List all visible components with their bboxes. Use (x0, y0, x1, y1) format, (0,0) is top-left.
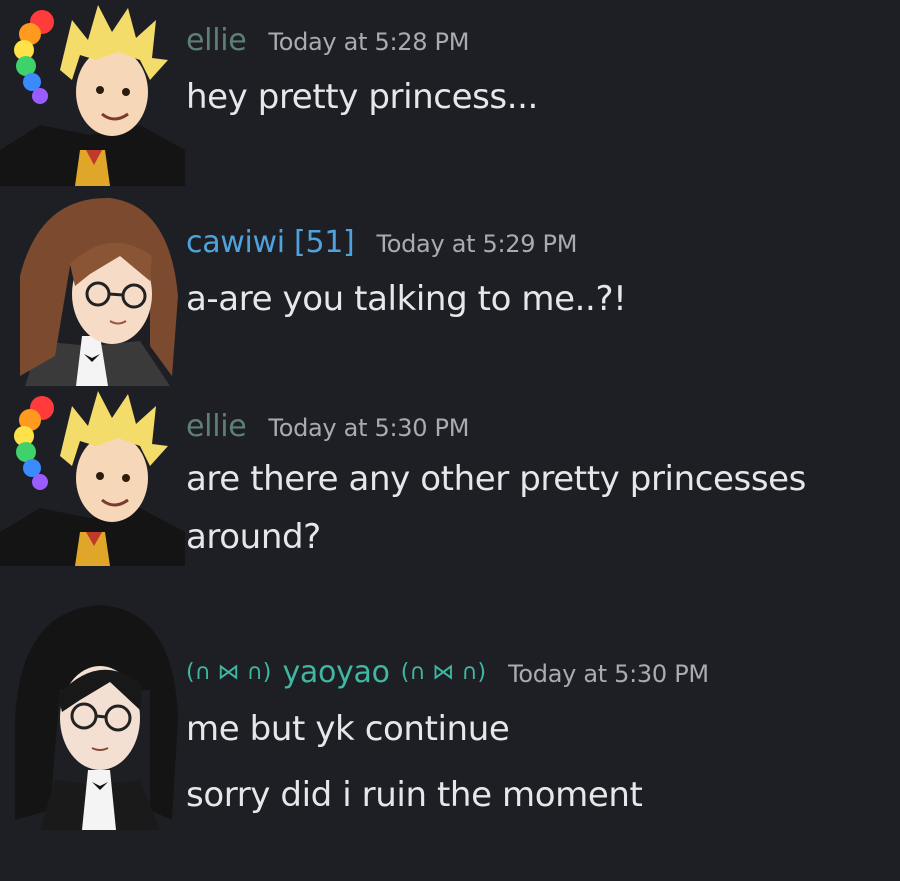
username[interactable]: ellie (186, 409, 247, 444)
brown-haired-glasses-avatar-icon (20, 197, 178, 386)
avatar[interactable] (0, 186, 185, 386)
avatar[interactable] (0, 386, 185, 566)
blonde-character-avatar-icon (0, 5, 185, 186)
message-body: ellie Today at 5:28 PM hey pretty princes… (186, 26, 890, 126)
message: (∩ ⋈ ∩) yaoyao (∩ ⋈ ∩) Today at 5:30 PM m… (0, 600, 900, 830)
username-decoration-suffix: (∩ ⋈ ∩) (400, 660, 487, 685)
message-header: ellie Today at 5:30 PM (186, 412, 890, 442)
chat-log: ellie Today at 5:28 PM hey pretty princes… (0, 0, 900, 881)
black-haired-glasses-avatar-icon (15, 605, 178, 830)
timestamp: Today at 5:28 PM (268, 28, 470, 56)
message: cawiwi [51] Today at 5:29 PM a-are you ta… (0, 186, 900, 386)
username[interactable]: ellie (186, 23, 247, 58)
timestamp: Today at 5:30 PM (508, 660, 709, 688)
message-body: cawiwi [51] Today at 5:29 PM a-are you ta… (186, 228, 890, 328)
message-text: around? (186, 517, 321, 557)
message-text: me but yk continue (186, 709, 510, 749)
message-body: ellie Today at 5:30 PM are there any othe… (186, 412, 890, 566)
username[interactable]: yaoyao (282, 655, 389, 690)
timestamp: Today at 5:29 PM (376, 230, 578, 258)
avatar[interactable] (0, 600, 185, 830)
message-text: hey pretty princess... (186, 77, 538, 117)
username-decoration-prefix: (∩ ⋈ ∩) (186, 660, 272, 685)
message: ellie Today at 5:30 PM are there any othe… (0, 386, 900, 566)
message-text: a-are you talking to me..?! (186, 279, 627, 319)
message-body: (∩ ⋈ ∩) yaoyao (∩ ⋈ ∩) Today at 5:30 PM m… (186, 658, 890, 824)
message: ellie Today at 5:28 PM hey pretty princes… (0, 0, 900, 186)
username[interactable]: cawiwi [51] (186, 225, 355, 260)
timestamp: Today at 5:30 PM (268, 414, 470, 442)
message-header: (∩ ⋈ ∩) yaoyao (∩ ⋈ ∩) Today at 5:30 PM (186, 658, 890, 688)
message-header: ellie Today at 5:28 PM (186, 26, 890, 56)
avatar[interactable] (0, 0, 185, 186)
message-header: cawiwi [51] Today at 5:29 PM (186, 228, 890, 258)
message-text: are there any other pretty princesses (186, 459, 806, 499)
blonde-character-avatar-icon (0, 391, 185, 566)
message-text: sorry did i ruin the moment (186, 775, 643, 815)
